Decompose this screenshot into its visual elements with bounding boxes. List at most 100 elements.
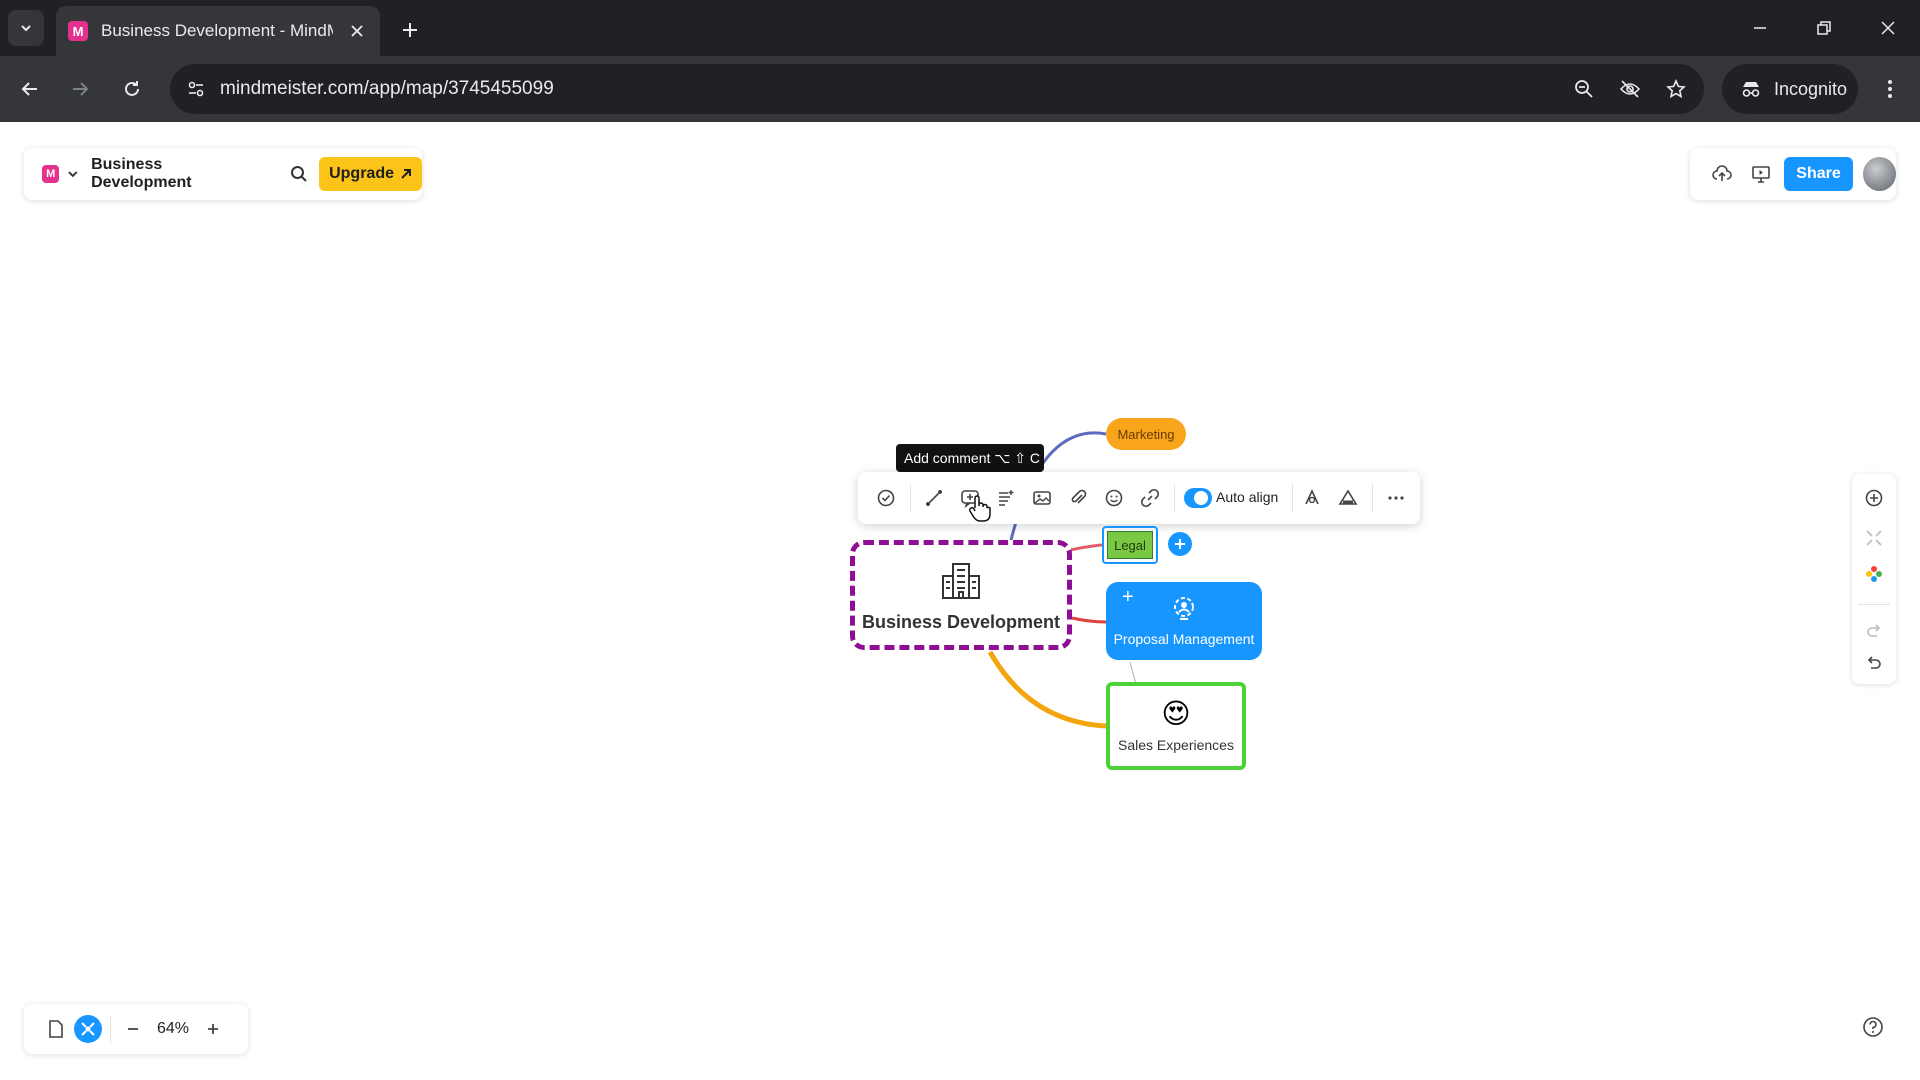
connect-button[interactable] bbox=[920, 484, 948, 512]
site-info-icon[interactable] bbox=[182, 75, 210, 103]
plus-icon bbox=[208, 1024, 219, 1034]
redo-button[interactable] bbox=[1860, 616, 1888, 644]
expand-plus-icon[interactable]: + bbox=[1122, 586, 1134, 609]
map-header: M Business Development Upgrade bbox=[24, 148, 422, 200]
incognito-indicator[interactable]: Incognito bbox=[1722, 64, 1858, 114]
zoom-icon[interactable] bbox=[1570, 75, 1598, 103]
tooltip-add-comment: Add comment ⌥ ⇧ C bbox=[896, 444, 1044, 472]
minimize-button[interactable] bbox=[1746, 14, 1774, 42]
more-options-button[interactable] bbox=[1382, 484, 1410, 512]
zoom-in-button[interactable] bbox=[199, 1015, 227, 1043]
reload-icon bbox=[125, 81, 139, 96]
smiley-icon bbox=[1105, 489, 1123, 507]
redo-icon bbox=[1867, 624, 1881, 637]
connector-proposal bbox=[1071, 616, 1107, 624]
check-circle-icon bbox=[877, 489, 895, 507]
shape-button[interactable] bbox=[1334, 484, 1362, 512]
node-marketing[interactable]: Marketing bbox=[1106, 418, 1186, 450]
toolbar-divider bbox=[1372, 484, 1373, 512]
zoom-out-button[interactable] bbox=[119, 1015, 147, 1043]
toggle-knob bbox=[1194, 491, 1208, 505]
chevron-down-icon[interactable] bbox=[67, 168, 79, 180]
mindmap-view-icon bbox=[81, 1022, 95, 1036]
add-child-button[interactable] bbox=[1168, 532, 1192, 556]
connector-icon bbox=[926, 490, 942, 506]
add-note-button[interactable] bbox=[992, 484, 1020, 512]
mindmap-view-button[interactable] bbox=[74, 1015, 102, 1043]
add-topic-button[interactable] bbox=[1860, 484, 1888, 512]
auto-align-toggle[interactable] bbox=[1184, 488, 1212, 508]
node-sales-experiences[interactable]: 😍 Sales Experiences bbox=[1106, 682, 1246, 770]
sales-label: Sales Experiences bbox=[1118, 737, 1234, 753]
back-button[interactable] bbox=[14, 73, 46, 105]
mindmap-app: M Business Development Upgrade Share Mar… bbox=[0, 122, 1920, 1080]
bookmark-star-icon[interactable] bbox=[1662, 75, 1690, 103]
eye-off-icon[interactable] bbox=[1616, 75, 1644, 103]
task-button[interactable] bbox=[872, 484, 900, 512]
paint-icon bbox=[1305, 489, 1319, 505]
reload-button[interactable] bbox=[116, 73, 148, 105]
image-icon bbox=[1033, 491, 1051, 505]
url-text: mindmeister.com/app/map/3745455099 bbox=[220, 78, 554, 99]
tab-close-icon[interactable] bbox=[346, 20, 368, 42]
focus-button[interactable] bbox=[1860, 524, 1888, 552]
new-tab-button[interactable] bbox=[396, 16, 424, 44]
upgrade-button[interactable]: Upgrade bbox=[319, 157, 422, 191]
more-horizontal-icon bbox=[1388, 496, 1404, 500]
browser-menu-button[interactable] bbox=[1876, 73, 1904, 105]
node-root[interactable]: Business Development bbox=[850, 540, 1072, 650]
link-icon bbox=[1140, 488, 1160, 508]
restore-button[interactable] bbox=[1810, 14, 1838, 42]
share-button[interactable]: Share bbox=[1784, 157, 1853, 191]
rail-divider bbox=[1858, 604, 1890, 605]
toolbar-divider bbox=[1174, 484, 1175, 512]
close-icon bbox=[1881, 21, 1895, 35]
undo-icon bbox=[1867, 656, 1881, 669]
node-proposal-management[interactable]: + Proposal Management bbox=[1106, 582, 1262, 660]
add-link-button[interactable] bbox=[1136, 484, 1164, 512]
export-button[interactable] bbox=[1702, 154, 1741, 194]
search-button[interactable] bbox=[288, 162, 311, 186]
connector-legal bbox=[1069, 543, 1103, 552]
office-building-icon bbox=[942, 562, 980, 599]
map-title[interactable]: Business Development bbox=[91, 156, 262, 192]
node-legal[interactable]: Legal bbox=[1107, 531, 1153, 559]
undo-button[interactable] bbox=[1860, 648, 1888, 676]
settings-person-icon bbox=[1174, 597, 1194, 620]
collapse-arrows-icon bbox=[1866, 530, 1882, 546]
connector-sales bbox=[987, 650, 1107, 729]
close-window-button[interactable] bbox=[1874, 14, 1902, 42]
presentation-button[interactable] bbox=[1741, 154, 1780, 194]
mindmeister-favicon-icon: M bbox=[68, 21, 88, 41]
browser-tab-bar: M Business Development - MindM bbox=[0, 0, 1920, 56]
style-button[interactable] bbox=[1298, 484, 1326, 512]
arrow-left-icon bbox=[21, 82, 37, 96]
tab-search-button[interactable] bbox=[8, 10, 44, 46]
browser-tab-active[interactable]: M Business Development - MindM bbox=[56, 6, 380, 56]
add-image-button[interactable] bbox=[1028, 484, 1056, 512]
incognito-icon bbox=[1742, 82, 1760, 97]
user-avatar[interactable] bbox=[1862, 157, 1897, 191]
mindmeister-logo-icon[interactable]: M bbox=[42, 165, 60, 183]
node-toolbar: Auto align bbox=[858, 472, 1420, 524]
add-icon-button[interactable] bbox=[1100, 484, 1128, 512]
browser-toolbar: mindmeister.com/app/map/3745455099 Incog… bbox=[0, 56, 1920, 122]
upgrade-label: Upgrade bbox=[329, 165, 394, 182]
right-tool-rail bbox=[1852, 474, 1896, 684]
help-circle-icon bbox=[1863, 1017, 1883, 1037]
attachment-button[interactable] bbox=[1064, 484, 1092, 512]
cloud-upload-icon bbox=[1711, 165, 1732, 181]
outline-view-button[interactable] bbox=[42, 1015, 70, 1043]
zoom-level[interactable]: 64% bbox=[157, 1020, 189, 1038]
chevron-down-icon bbox=[21, 25, 31, 32]
plus-icon bbox=[1175, 539, 1185, 549]
address-bar[interactable]: mindmeister.com/app/map/3745455099 bbox=[170, 64, 1704, 114]
theme-button[interactable] bbox=[1860, 560, 1888, 588]
heart-eyes-emoji-icon: 😍 bbox=[1161, 698, 1191, 729]
arrow-right-icon bbox=[73, 82, 89, 96]
attachment-icon bbox=[1071, 489, 1087, 504]
presentation-icon bbox=[1751, 166, 1770, 183]
forward-button[interactable] bbox=[64, 73, 96, 105]
node-legal-selected[interactable]: Legal bbox=[1102, 526, 1158, 564]
help-button[interactable] bbox=[1856, 1010, 1890, 1044]
